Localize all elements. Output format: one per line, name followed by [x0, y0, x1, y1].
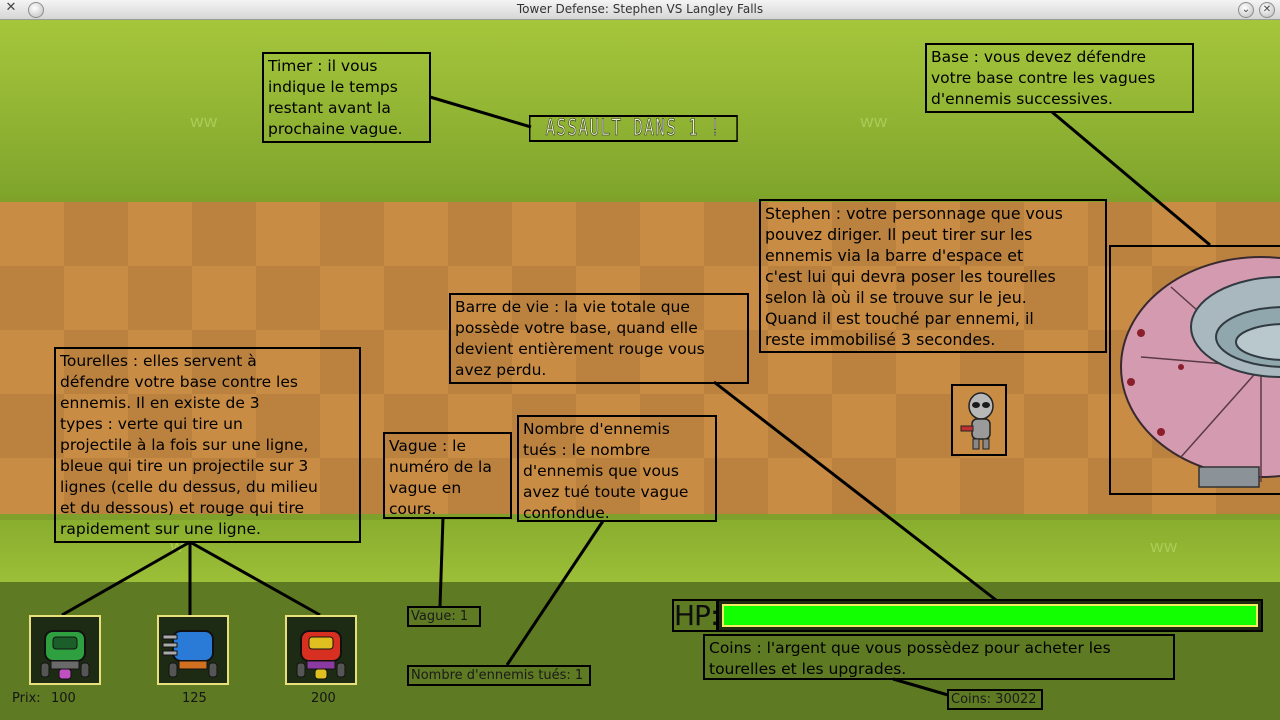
- price-green: 100: [51, 691, 76, 706]
- turret-red-icon: [296, 630, 346, 680]
- turret-green-icon: [40, 630, 90, 680]
- hp-bar: [717, 599, 1263, 632]
- base-ufo: [1109, 245, 1280, 495]
- price-red: 200: [311, 691, 336, 706]
- timer-note: Timer : il vous indique le temps restant…: [262, 52, 431, 143]
- chevron-down-icon[interactable]: ⌄: [1238, 2, 1254, 18]
- life-bar-note: Barre de vie : la vie totale que possède…: [449, 293, 749, 384]
- base-note: Base : vous devez défendre votre base co…: [925, 43, 1194, 113]
- turret-blue-icon: [162, 630, 218, 678]
- window-title: Tower Defense: Stephen VS Langley Falls: [516, 2, 764, 16]
- wave-timer: ASSAULT DANS 1 !: [529, 115, 738, 142]
- grass-tuft-icon: ᵂ: [170, 540, 184, 565]
- stephen-note: Stephen : votre personnage que vous pouv…: [759, 199, 1107, 353]
- close-window-icon[interactable]: ✕: [1259, 2, 1275, 18]
- kills-counter: Nombre d'ennemis tués: 1: [407, 665, 591, 686]
- turret-red-button[interactable]: [285, 615, 357, 685]
- stephen-character[interactable]: [951, 384, 1007, 456]
- price-label: Prix:: [12, 691, 41, 706]
- turrets-note: Tourelles : elles servent à défendre vot…: [54, 347, 361, 543]
- turret-green-button[interactable]: [29, 615, 101, 685]
- grass-tuft-icon: ᵂᵂ: [1150, 540, 1178, 565]
- hp-label: HP:: [672, 599, 719, 632]
- grass-tuft-icon: ᵂᵂ: [860, 115, 888, 140]
- wave-note: Vague : le numéro de la vague en cours.: [383, 432, 512, 519]
- ufo-icon: [1120, 256, 1280, 488]
- coins-counter: Coins: 30022: [947, 689, 1043, 710]
- coins-note: Coins : l'argent que vous possèdez pour …: [703, 634, 1175, 680]
- grass-tuft-icon: ᵂᵂ: [190, 115, 218, 140]
- wave-counter: Vague: 1: [407, 606, 481, 627]
- window-titlebar: ✕ Tower Defense: Stephen VS Langley Fall…: [0, 0, 1280, 20]
- hp-bar-fill: [722, 604, 1258, 627]
- game-canvas[interactable]: ᵂᵂ ᵂᵂ ᵂᵂ ᵂ ASSAULT DANS 1 ! Timer: il v…: [0, 20, 1280, 720]
- turret-blue-button[interactable]: [157, 615, 229, 685]
- kills-note: Nombre d'ennemis tués : le nombre d'enne…: [517, 415, 717, 522]
- price-blue: 125: [182, 691, 207, 706]
- stephen-icon: [960, 392, 994, 450]
